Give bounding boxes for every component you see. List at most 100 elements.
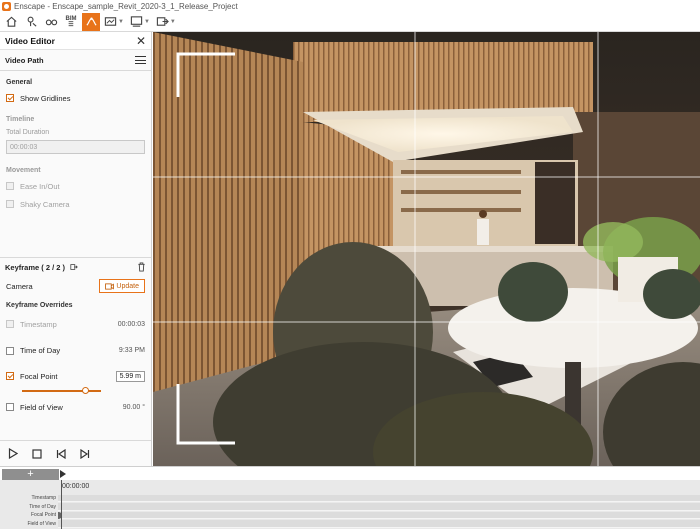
field-of-view-checkbox[interactable] — [6, 403, 14, 411]
chevron-down-icon: ▼ — [118, 18, 124, 25]
location-pin-icon — [27, 16, 37, 27]
timeline-track: Focal Point — [0, 511, 700, 520]
time-of-day-checkbox[interactable] — [6, 346, 14, 355]
previous-keyframe-button[interactable] — [55, 448, 67, 460]
track-lane[interactable] — [58, 494, 700, 503]
chevron-down-icon: ▼ — [143, 18, 150, 25]
update-camera-button[interactable]: Update — [99, 279, 145, 293]
batch-render-dropdown[interactable]: ▼ — [128, 13, 152, 31]
timeline-track: Time of Day — [0, 503, 700, 512]
title-bar: Enscape - Enscape_sample_Revit_2020-3_1_… — [0, 0, 700, 12]
play-button[interactable] — [7, 448, 19, 460]
screenshot-dropdown[interactable]: ▼ — [102, 13, 126, 31]
timestamp-label: Timestamp — [20, 319, 57, 329]
timeline-section-label: Timeline — [6, 115, 35, 123]
timeline-track: Field of View — [0, 520, 700, 529]
next-keyframe-button[interactable] — [79, 448, 91, 460]
goto-keyframe-icon[interactable] — [70, 263, 78, 271]
stop-button[interactable] — [31, 448, 43, 460]
track-label: Time of Day — [29, 503, 56, 510]
panel-header: Video Editor ✕ — [0, 32, 151, 50]
total-duration-field: 00:00:03 — [6, 140, 145, 154]
timeline-panel: + 00:00:00 Timestamp Time of Day Focal P… — [0, 466, 700, 529]
video-editor-button[interactable] — [82, 12, 100, 31]
camera-icon — [105, 282, 115, 290]
field-of-view-label: Field of View — [20, 402, 63, 412]
total-duration-label: Total Duration — [6, 128, 50, 136]
views-button[interactable] — [22, 13, 40, 31]
show-gridlines-label: Show Gridlines — [20, 93, 71, 103]
enscape-logo-icon — [2, 1, 11, 11]
stop-icon — [32, 448, 42, 459]
home-button[interactable] — [2, 13, 20, 31]
timeline-tracks: Timestamp Time of Day Focal Point Field … — [0, 494, 700, 528]
track-label: Focal Point — [30, 512, 56, 519]
track-lane[interactable] — [58, 511, 700, 520]
shaky-camera-checkbox — [6, 200, 14, 208]
time-of-day-row[interactable]: Time of Day 9:33 PM — [0, 336, 151, 365]
track-label: Timestamp — [31, 495, 56, 502]
add-keyframe-button[interactable]: + — [2, 469, 59, 480]
focal-point-checkbox[interactable] — [6, 372, 14, 380]
focal-point-row[interactable]: Focal Point 5.99 m — [0, 365, 151, 387]
update-button-label: Update — [116, 282, 139, 290]
trash-icon[interactable] — [137, 262, 146, 272]
focal-point-label: Focal Point — [20, 371, 58, 381]
walk-mode-button[interactable] — [42, 13, 60, 31]
panel-title: Video Editor — [5, 35, 55, 46]
track-label: Field of View — [27, 521, 56, 528]
playback-controls — [0, 440, 151, 466]
focal-point-slider[interactable] — [22, 387, 145, 395]
slider-handle[interactable] — [81, 387, 89, 394]
field-of-view-row[interactable]: Field of View 90.00 ° — [0, 395, 151, 419]
track-lane[interactable] — [58, 503, 700, 511]
toolbar: BIM ☰ ▼ ▼ ▼ — [0, 12, 700, 32]
movement-section-label: Movement — [6, 166, 41, 174]
batch-render-icon — [130, 16, 143, 27]
screenshot-icon — [104, 17, 117, 26]
close-icon[interactable]: ✕ — [136, 35, 146, 47]
ease-in-out-row: Ease In/Out — [0, 177, 151, 195]
menu-icon[interactable] — [135, 56, 146, 64]
shaky-camera-label: Shaky Camera — [20, 199, 70, 209]
timestamp-row: Timestamp 00:00:03 — [0, 312, 151, 336]
field-of-view-value: 90.00 ° — [122, 403, 145, 411]
time-of-day-value: 9:33 PM — [118, 347, 145, 354]
keyframe-header: Keyframe ( 2 / 2 ) — [0, 258, 151, 276]
timestamp-value: 00:00:03 — [117, 320, 145, 328]
bim-button[interactable]: BIM ☰ — [62, 13, 80, 31]
render-viewport[interactable]: ︿ — [153, 32, 700, 466]
ease-in-out-label: Ease In/Out — [20, 181, 60, 191]
skip-back-icon — [56, 448, 66, 459]
divider — [0, 70, 151, 71]
playhead-line — [61, 480, 62, 529]
video-path-header: Video Path — [0, 50, 151, 70]
playhead-marker-icon[interactable] — [60, 470, 66, 478]
skip-forward-icon — [80, 448, 90, 459]
video-editor-panel: Video Editor ✕ Video Path General Show G… — [0, 32, 152, 466]
camera-row: Camera Update — [0, 276, 151, 296]
show-gridlines-checkbox[interactable] — [6, 94, 14, 102]
ease-in-out-checkbox — [6, 182, 14, 190]
bim-icon: BIM ☰ — [65, 15, 77, 28]
timeline-header: + — [0, 466, 700, 480]
timeline-track: Timestamp — [0, 494, 700, 503]
video-path-title: Video Path — [5, 55, 44, 65]
rendered-scene-image — [153, 32, 700, 466]
keyframe-title: Keyframe ( 2 / 2 ) — [5, 262, 66, 272]
play-icon — [8, 448, 18, 459]
export-dropdown[interactable]: ▼ — [154, 13, 178, 31]
general-section-label: General — [6, 78, 33, 86]
show-gridlines-row[interactable]: Show Gridlines — [0, 89, 151, 107]
shaky-camera-row: Shaky Camera — [0, 195, 151, 213]
window-title: Enscape - Enscape_sample_Revit_2020-3_1_… — [14, 1, 238, 11]
chevron-down-icon: ▼ — [169, 18, 176, 25]
focal-point-input[interactable]: 5.99 m — [115, 370, 145, 382]
video-editor-icon — [85, 17, 97, 26]
time-of-day-label: Time of Day — [20, 346, 61, 355]
timestamp-checkbox — [6, 320, 14, 328]
track-lane[interactable] — [58, 520, 700, 528]
home-icon — [5, 16, 17, 27]
export-icon — [156, 17, 169, 26]
